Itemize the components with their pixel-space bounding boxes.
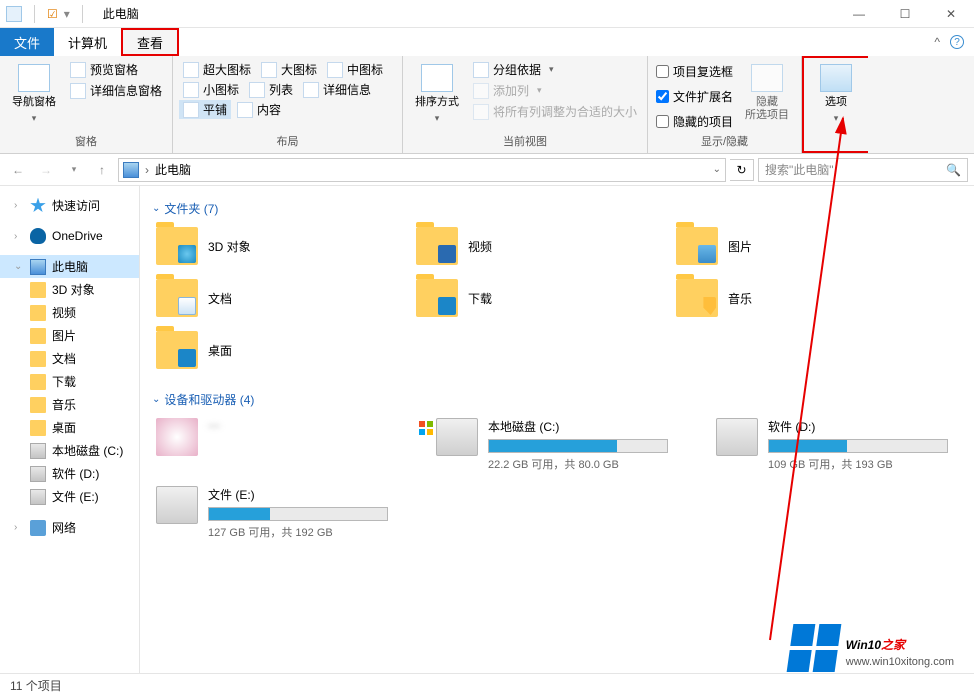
watermark: Win10之家 www.win10xitong.com — [790, 624, 954, 672]
watermark-logo — [786, 624, 841, 672]
annotation-arrow — [0, 0, 974, 697]
